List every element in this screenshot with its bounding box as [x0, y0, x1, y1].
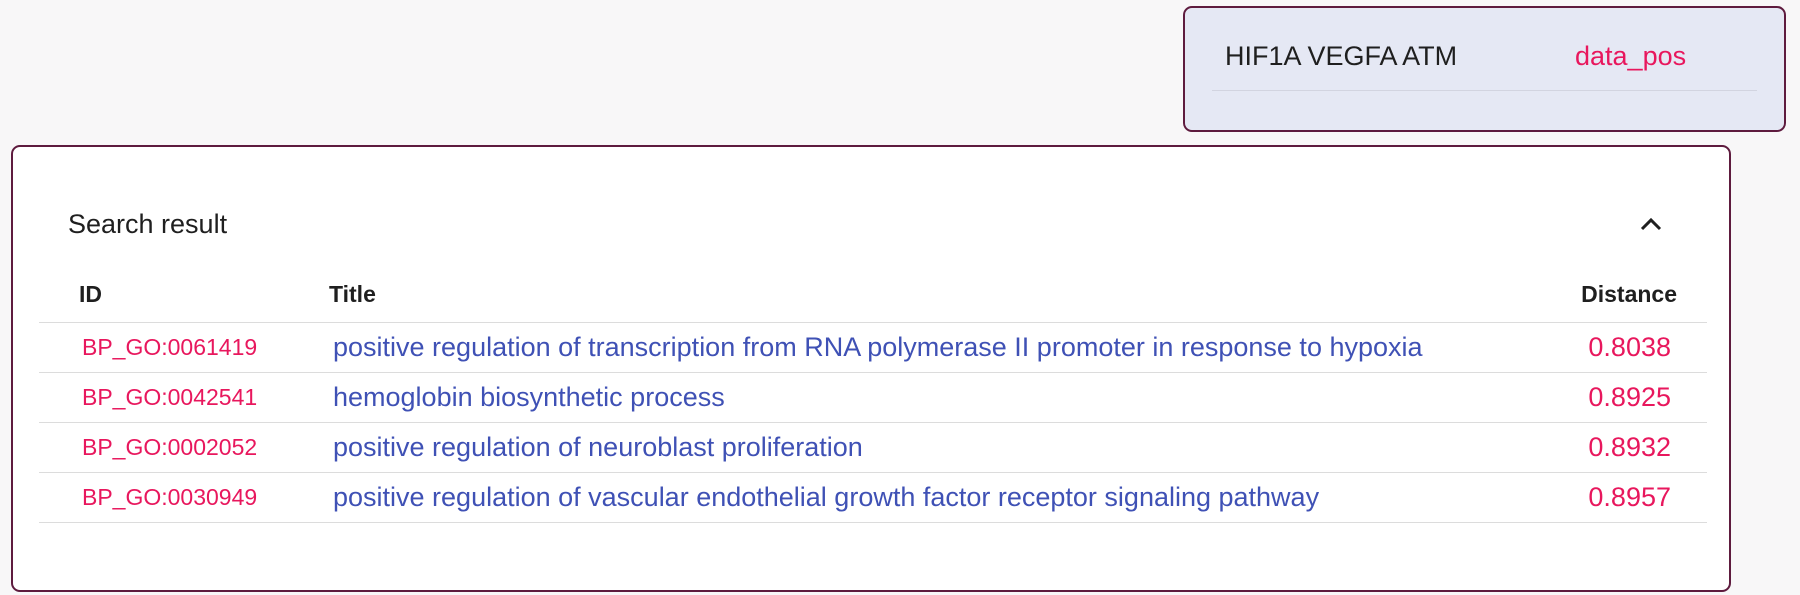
result-table: ID Title Distance BP_GO:0061419 positive… [39, 267, 1707, 523]
table-row: BP_GO:0061419 positive regulation of tra… [39, 323, 1707, 373]
column-header-title[interactable]: Title [329, 267, 376, 322]
table-header: ID Title Distance [39, 267, 1707, 323]
row-title-link[interactable]: hemoglobin biosynthetic process [333, 373, 725, 422]
search-result-header[interactable]: Search result [13, 202, 1729, 246]
search-result-panel: Search result ID Title Distance BP_GO:00… [11, 145, 1731, 592]
chevron-up-icon [1640, 217, 1662, 231]
query-genes: HIF1A VEGFA ATM [1225, 40, 1458, 71]
row-id: BP_GO:0002052 [82, 434, 258, 460]
row-distance: 0.8957 [1588, 482, 1671, 512]
panel-title: Search result [68, 209, 228, 239]
row-id: BP_GO:0061419 [82, 334, 258, 360]
table-row: BP_GO:0042541 hemoglobin biosynthetic pr… [39, 373, 1707, 423]
row-distance: 0.8932 [1588, 432, 1671, 462]
row-title-link[interactable]: positive regulation of transcription fro… [333, 323, 1423, 372]
table-row: BP_GO:0002052 positive regulation of neu… [39, 423, 1707, 473]
row-distance: 0.8038 [1588, 332, 1671, 362]
table-row: BP_GO:0030949 positive regulation of vas… [39, 473, 1707, 523]
row-distance: 0.8925 [1588, 382, 1671, 412]
query-card: HIF1A VEGFA ATM data_pos [1183, 6, 1786, 132]
row-title-link[interactable]: positive regulation of vascular endothel… [333, 473, 1319, 522]
column-header-distance[interactable]: Distance [1581, 267, 1677, 322]
collapse-button[interactable] [1636, 209, 1666, 239]
row-id: BP_GO:0030949 [82, 484, 258, 510]
query-row[interactable]: HIF1A VEGFA ATM data_pos [1212, 22, 1757, 91]
column-header-id[interactable]: ID [79, 267, 102, 322]
query-source: data_pos [1575, 40, 1687, 71]
row-title-link[interactable]: positive regulation of neuroblast prolif… [333, 423, 863, 472]
row-id: BP_GO:0042541 [82, 384, 258, 410]
